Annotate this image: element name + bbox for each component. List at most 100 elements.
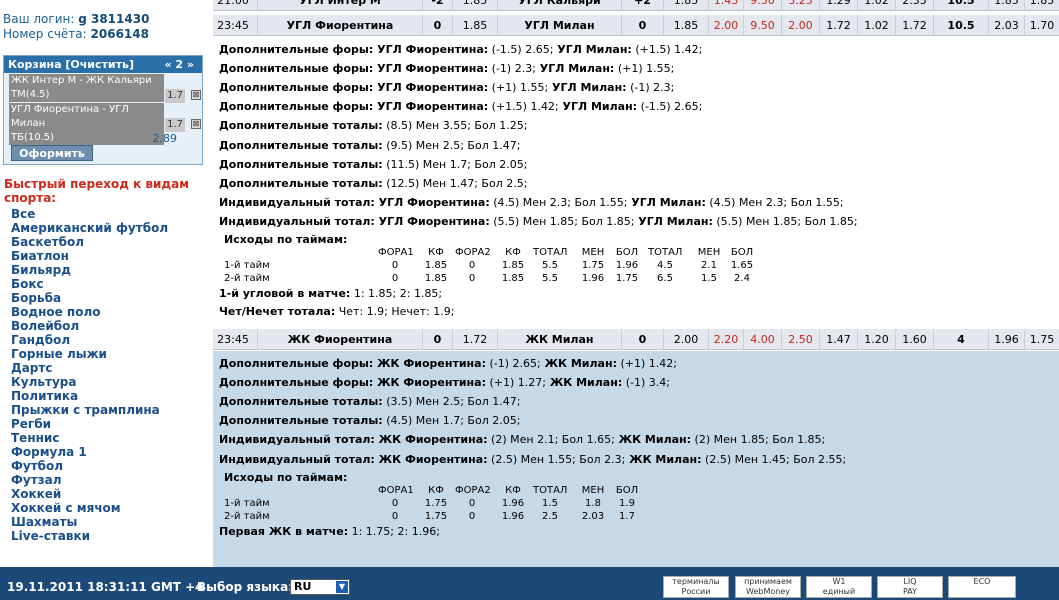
sport-link[interactable]: Регби xyxy=(11,417,168,431)
sport-link[interactable]: Культура xyxy=(11,375,168,389)
detail-value[interactable]: (-1) 2.3; xyxy=(488,62,536,75)
halves-value[interactable]: 2.1 xyxy=(692,260,726,271)
halves-value[interactable]: 1.7 xyxy=(610,511,644,522)
halves-value[interactable]: 2.4 xyxy=(725,273,759,284)
detail-value[interactable]: (+1.5) 1.42; xyxy=(488,100,559,113)
halves-value[interactable]: 1.8 xyxy=(576,498,610,509)
halves-value[interactable]: 1.96 xyxy=(496,498,530,509)
halves-value[interactable]: 1.5 xyxy=(692,273,726,284)
odds-cell[interactable]: 1.75 xyxy=(1024,329,1059,350)
detail-value[interactable]: (2.5) Мен 1.45; Бол 2.55; xyxy=(702,453,846,466)
odds-cell[interactable]: 2.20 xyxy=(708,329,743,350)
sport-link[interactable]: Борьба xyxy=(11,291,168,305)
odds-cell[interactable]: 1.02 xyxy=(857,15,895,36)
odds-cell[interactable]: 2.35 xyxy=(895,0,933,11)
sport-link[interactable]: Футзал xyxy=(11,473,168,487)
checkout-button[interactable]: Оформить xyxy=(11,145,93,161)
halves-value[interactable]: 0 xyxy=(378,260,412,271)
odds-cell[interactable]: 1.70 xyxy=(1024,15,1059,36)
detail-value[interactable]: (+1.5) 1.42; xyxy=(632,43,702,56)
match-coef1[interactable]: 1.85 xyxy=(452,0,497,11)
match-coef1[interactable]: 1.72 xyxy=(452,329,497,350)
sport-link[interactable]: Бокс xyxy=(11,277,168,291)
halves-value[interactable]: 5.5 xyxy=(533,273,567,284)
odds-cell[interactable]: 2.00 xyxy=(663,329,708,350)
detail-value[interactable]: Чет: 1.9; Нечет: 1.9; xyxy=(335,305,455,318)
detail-value[interactable]: (+1) 1.55; xyxy=(488,81,549,94)
odds-cell[interactable]: 1.29 xyxy=(819,0,857,11)
halves-value[interactable]: 0 xyxy=(455,498,489,509)
detail-value[interactable]: 1: 1.75; 2: 1.96; xyxy=(348,525,440,538)
sport-link[interactable]: Бильярд xyxy=(11,263,168,277)
delete-icon[interactable]: ⊠ xyxy=(191,119,201,129)
sport-link[interactable]: Хоккей xyxy=(11,487,168,501)
cart-nav[interactable]: « 2 » xyxy=(164,56,194,73)
sport-link[interactable]: Шахматы xyxy=(11,515,168,529)
halves-value[interactable]: 1.75 xyxy=(419,511,453,522)
webmoney-logo[interactable]: принимаем WebMoney xyxy=(735,576,801,598)
liqpay-logo[interactable]: LIQ PAY xyxy=(877,576,943,598)
halves-value[interactable]: 0 xyxy=(378,511,412,522)
odds-cell[interactable]: 1.72 xyxy=(895,15,933,36)
halves-value[interactable]: 1.96 xyxy=(496,511,530,522)
match-row[interactable]: 23:45 УГЛ Фиорентина 0 1.85 УГЛ Милан 0 … xyxy=(213,15,1059,36)
odds-cell[interactable]: 1.96 xyxy=(988,329,1024,350)
odds-cell[interactable]: 2.00 xyxy=(781,15,819,36)
detail-value[interactable]: (-1) 2.3; xyxy=(627,81,674,94)
match-coef2[interactable]: 1.85 xyxy=(663,0,708,11)
terminals-logo[interactable]: терминалы России xyxy=(663,576,729,598)
match-row[interactable]: 23:45 ЖК Фиорентина 0 1.72 ЖК Милан 0 2.… xyxy=(213,329,1059,350)
detail-value[interactable]: (8.5) Мен 3.55; Бол 1.25; xyxy=(383,119,527,132)
halves-value[interactable]: 1.75 xyxy=(576,260,610,271)
language-select[interactable]: RU ▼ xyxy=(290,579,350,595)
halves-value[interactable]: 1.5 xyxy=(533,498,567,509)
halves-value[interactable]: 4.5 xyxy=(648,260,682,271)
match-coef1[interactable]: 1.85 xyxy=(452,15,497,36)
halves-value[interactable]: 2.03 xyxy=(576,511,610,522)
odds-cell[interactable]: 1.72 xyxy=(819,15,857,36)
detail-value[interactable]: (-1.5) 2.65; xyxy=(488,43,554,56)
sport-link[interactable]: Все xyxy=(11,207,168,221)
detail-value[interactable]: (9.5) Мен 2.5; Бол 1.47; xyxy=(383,139,520,152)
halves-value[interactable]: 5.5 xyxy=(533,260,567,271)
sport-link[interactable]: Прыжки с трамплина xyxy=(11,403,168,417)
sport-link[interactable]: Баскетбол xyxy=(11,235,168,249)
sport-link[interactable]: Политика xyxy=(11,389,168,403)
halves-value[interactable]: 1.75 xyxy=(610,273,644,284)
detail-value[interactable]: (2) Мен 2.1; Бол 1.65; xyxy=(488,433,615,446)
halves-value[interactable]: 6.5 xyxy=(648,273,682,284)
sport-link[interactable]: Американский футбол xyxy=(11,221,168,235)
detail-value[interactable]: (+1) 1.55; xyxy=(614,62,675,75)
odds-cell[interactable]: 4.00 xyxy=(743,329,781,350)
sport-link[interactable]: Футбол xyxy=(11,459,168,473)
halves-value[interactable]: 1.9 xyxy=(610,498,644,509)
halves-value[interactable]: 1.96 xyxy=(576,273,610,284)
delete-icon[interactable]: ⊠ xyxy=(191,90,201,100)
odds-cell[interactable]: 2.50 xyxy=(781,329,819,350)
odds-cell[interactable]: 9.50 xyxy=(743,0,781,11)
eco-logo[interactable]: ECO xyxy=(948,576,1016,598)
odds-cell[interactable]: 1.85 xyxy=(988,0,1024,11)
halves-value[interactable]: 1.85 xyxy=(419,273,453,284)
detail-value[interactable]: (12.5) Мен 1.47; Бол 2.5; xyxy=(383,177,527,190)
match-home[interactable]: ЖК Фиорентина xyxy=(257,329,422,350)
detail-value[interactable]: (-1) 2.65; xyxy=(486,357,540,370)
detail-value[interactable]: (+1) 1.42; xyxy=(617,357,677,370)
sport-link[interactable]: Дартс xyxy=(11,361,168,375)
match-row-partial[interactable]: 21:00 УГЛ Интер М -2 1.85 УГЛ Кальяри +2… xyxy=(213,0,1059,11)
halves-value[interactable]: 2.5 xyxy=(533,511,567,522)
match-away[interactable]: УГЛ Кальяри xyxy=(497,0,621,11)
halves-value[interactable]: 0 xyxy=(455,511,489,522)
detail-value[interactable]: (2) Мен 1.85; Бол 1.85; xyxy=(691,433,826,446)
match-away[interactable]: УГЛ Милан xyxy=(497,15,621,36)
odds-cell[interactable]: 2.03 xyxy=(988,15,1024,36)
detail-value[interactable]: (5.5) Мен 1.85; Бол 1.85; xyxy=(713,215,857,228)
halves-value[interactable]: 0 xyxy=(378,273,412,284)
sport-link[interactable]: Хоккей с мячом xyxy=(11,501,168,515)
sport-link[interactable]: Теннис xyxy=(11,431,168,445)
detail-value[interactable]: 1: 1.85; 2: 1.85; xyxy=(350,287,442,300)
sport-link[interactable]: Волейбол xyxy=(11,319,168,333)
detail-value[interactable]: (11.5) Мен 1.7; Бол 2.05; xyxy=(383,158,527,171)
detail-value[interactable]: (4.5) Мен 1.7; Бол 2.05; xyxy=(383,414,520,427)
sport-link[interactable]: Горные лыжи xyxy=(11,347,168,361)
